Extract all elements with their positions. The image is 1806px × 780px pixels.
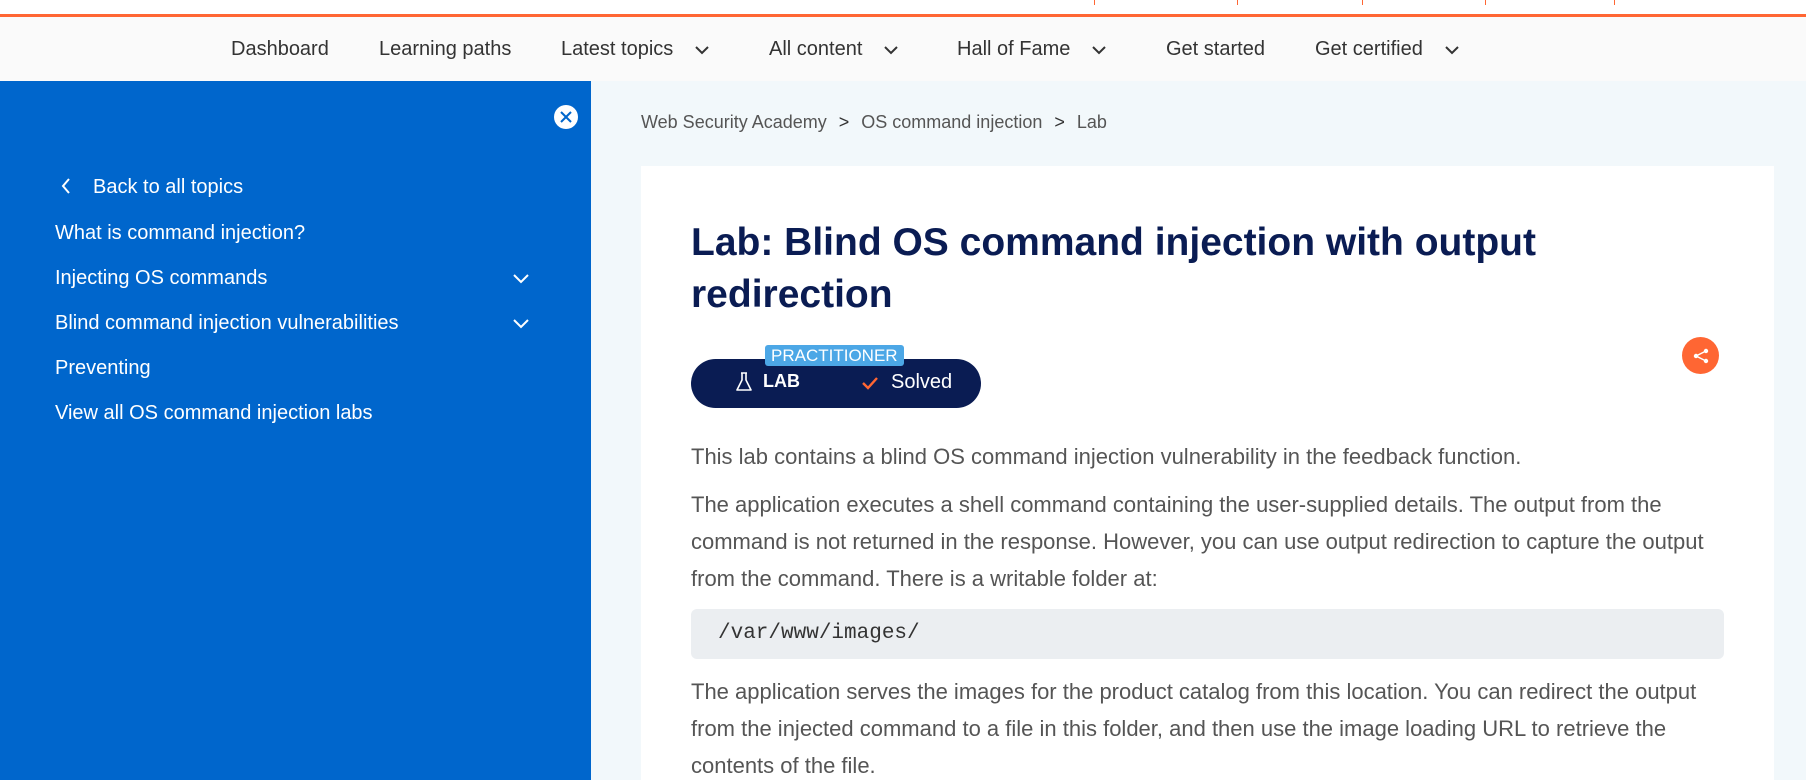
nav-label: Get certified	[1315, 38, 1423, 60]
top-bar-divider	[1237, 0, 1238, 5]
sidebar-item-preventing[interactable]: Preventing	[55, 357, 151, 380]
breadcrumb-lab[interactable]: Lab	[1077, 112, 1107, 133]
breadcrumb-web-security-academy[interactable]: Web Security Academy	[641, 112, 827, 133]
nav-hall-of-fame[interactable]: Hall of Fame	[957, 38, 1107, 61]
level-badge: PRACTITIONER	[765, 345, 904, 366]
solved-status: Solved	[861, 371, 952, 394]
breadcrumb-separator: >	[1054, 112, 1065, 132]
nav-get-certified[interactable]: Get certified	[1315, 38, 1459, 61]
chevron-down-icon	[695, 45, 710, 54]
top-bar-divider	[1362, 0, 1363, 5]
share-button[interactable]	[1682, 337, 1719, 374]
page-title: Lab: Blind OS command injection with out…	[691, 221, 1536, 316]
solved-status-label: Solved	[891, 371, 953, 393]
lab-description-details: The application executes a shell command…	[691, 492, 1704, 591]
nav-get-started[interactable]: Get started	[1166, 38, 1265, 61]
sidebar-item-injecting-os-commands[interactable]: Injecting OS commands	[55, 267, 267, 290]
nav-label: Latest topics	[561, 38, 674, 60]
nav-label: Hall of Fame	[957, 38, 1071, 60]
nav-label: Learning paths	[379, 38, 512, 60]
top-bar-divider	[1094, 0, 1095, 5]
breadcrumb: Web Security Academy > OS command inject…	[641, 112, 1107, 133]
chevron-left-icon[interactable]	[60, 177, 72, 195]
topic-sidebar	[0, 81, 591, 780]
top-bar	[0, 0, 1806, 17]
lab-status-badge: LAB Solved	[691, 359, 981, 408]
close-icon	[560, 111, 572, 123]
back-to-all-topics-link[interactable]: Back to all topics	[93, 176, 243, 199]
sidebar-item-what-is-command-injection[interactable]: What is command injection?	[55, 222, 305, 245]
nav-dashboard[interactable]: Dashboard	[231, 38, 329, 61]
sidebar-item-view-all-labs[interactable]: View all OS command injection labs	[55, 402, 373, 425]
nav-all-content[interactable]: All content	[769, 38, 899, 61]
breadcrumb-os-command-injection[interactable]: OS command injection	[861, 112, 1042, 133]
nav-label: Get started	[1166, 38, 1265, 60]
breadcrumb-separator: >	[838, 112, 850, 132]
nav-label: Dashboard	[231, 38, 329, 60]
chevron-down-icon[interactable]	[512, 273, 530, 285]
chevron-down-icon	[1445, 45, 1459, 54]
lab-badge-label: LAB	[763, 371, 800, 391]
nav-learning-paths[interactable]: Learning paths	[379, 38, 511, 61]
share-icon	[1693, 348, 1708, 363]
flask-icon	[736, 371, 752, 391]
nav-label: All content	[769, 38, 863, 60]
lab-badge: LAB	[735, 371, 800, 392]
chevron-down-icon[interactable]	[512, 318, 530, 330]
sidebar-item-blind-command-injection[interactable]: Blind command injection vulnerabilities	[55, 312, 399, 335]
lab-description-intro: This lab contains a blind OS command inj…	[691, 444, 1522, 469]
close-sidebar-button[interactable]	[554, 105, 578, 129]
chevron-down-icon	[884, 45, 899, 54]
nav-latest-topics[interactable]: Latest topics	[561, 38, 710, 61]
main-nav: Dashboard Learning paths Latest topics A…	[0, 17, 1806, 81]
code-block-writable-folder: /var/www/images/	[691, 609, 1724, 659]
chevron-down-icon	[1092, 45, 1107, 54]
top-bar-divider	[1485, 0, 1486, 5]
lab-description-exploit: The application serves the images for th…	[691, 679, 1697, 778]
checkmark-icon	[862, 376, 878, 390]
top-bar-divider	[1614, 0, 1615, 5]
